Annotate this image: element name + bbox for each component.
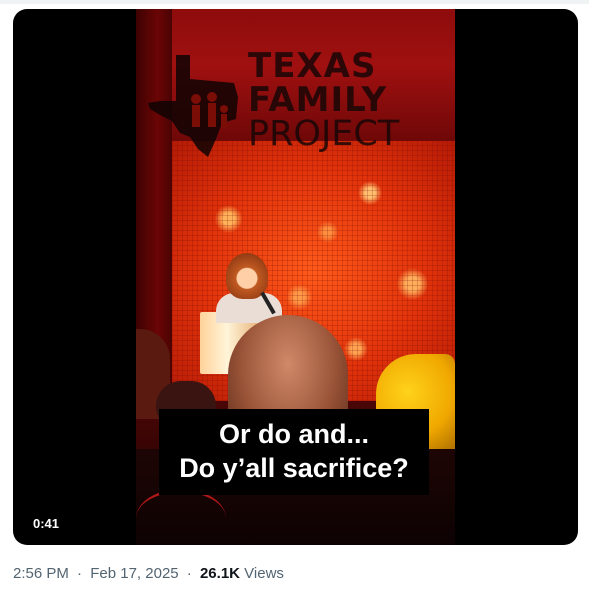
video-frame[interactable]: TEXAS FAMILY PROJECT Or do and... Do y’a…: [136, 9, 455, 545]
video-player[interactable]: TEXAS FAMILY PROJECT Or do and... Do y’a…: [13, 9, 578, 545]
post-time[interactable]: 2:56 PM: [13, 565, 69, 582]
video-caption: Or do and... Do y’all sacrifice?: [159, 409, 429, 495]
audience-seat-highlight: [136, 489, 226, 545]
meta-separator: ·: [186, 565, 192, 582]
logo-text-line1: TEXAS: [248, 46, 377, 86]
logo-wordmark: TEXAS FAMILY PROJECT: [248, 46, 400, 154]
logo-text-line2: FAMILY: [248, 80, 388, 120]
caption-line-1: Or do and...: [218, 419, 369, 449]
meta-separator: ·: [77, 565, 83, 582]
texas-map-logo-icon: [148, 55, 238, 157]
post-date[interactable]: Feb 17, 2025: [90, 565, 178, 582]
caption-line-2: Do y’all sacrifice?: [179, 453, 409, 483]
post-meta: 2:56 PM · Feb 17, 2025 · 26.1K Views: [13, 565, 284, 582]
logo-text-line3: PROJECT: [248, 114, 400, 154]
video-duration-badge: 0:41: [29, 514, 64, 533]
top-divider: [0, 0, 589, 4]
views-label[interactable]: Views: [244, 565, 284, 582]
views-count[interactable]: 26.1K: [200, 565, 240, 582]
